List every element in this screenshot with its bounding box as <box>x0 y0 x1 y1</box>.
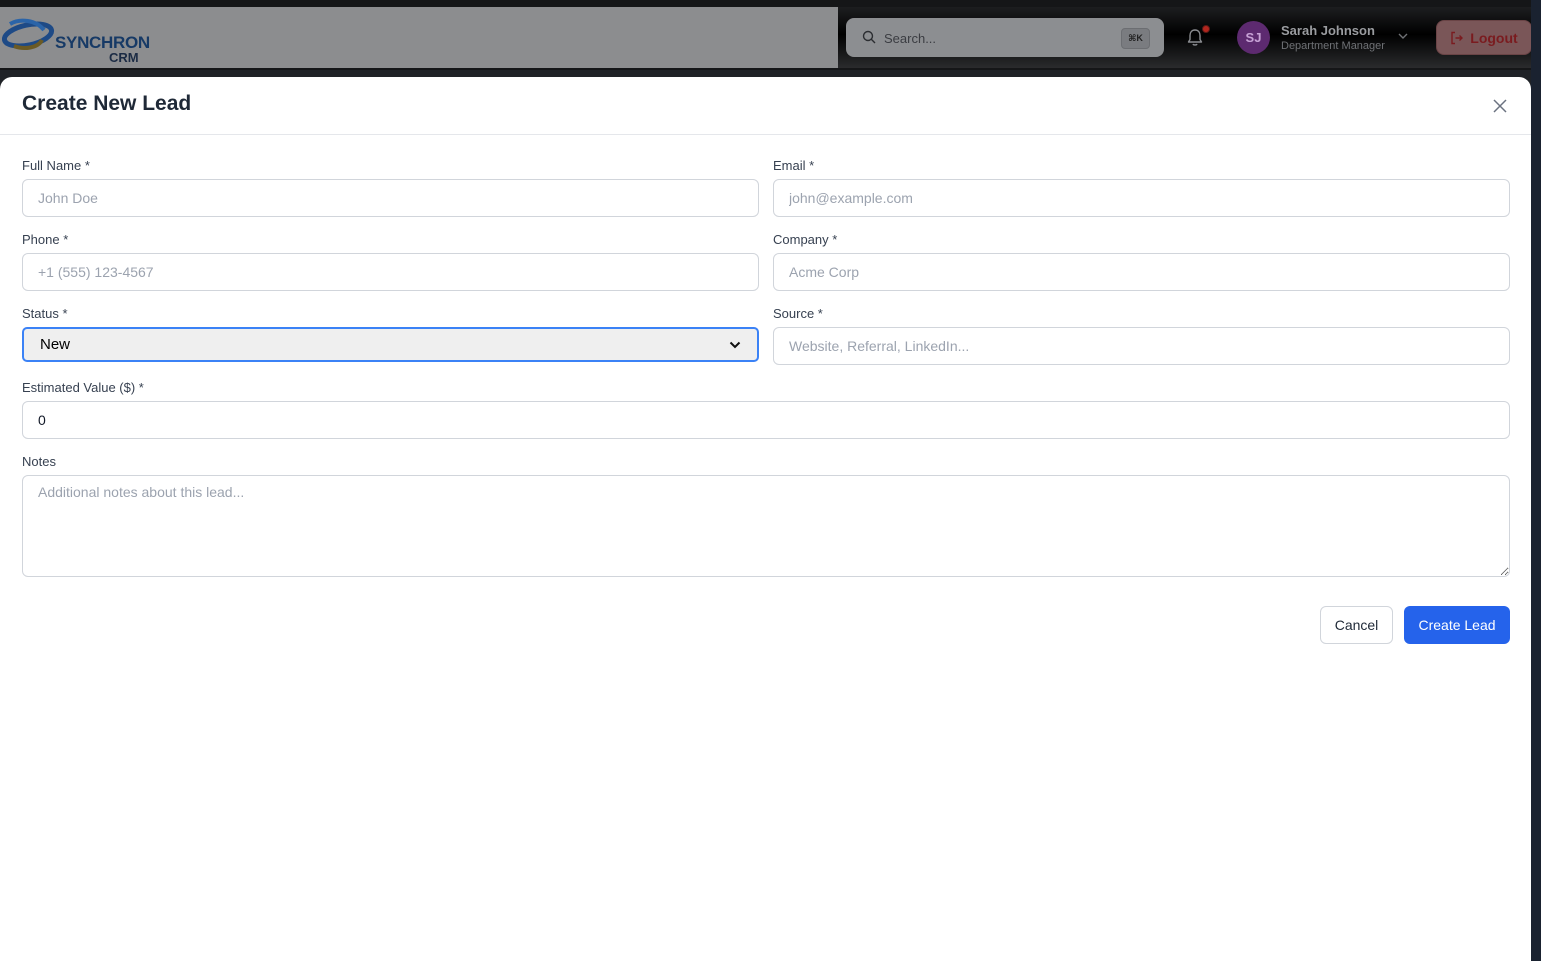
logout-button[interactable]: Logout <box>1436 20 1532 55</box>
modal-header: Create New Lead <box>0 77 1531 135</box>
email-field[interactable] <box>773 179 1510 217</box>
notification-dot <box>1202 25 1210 33</box>
status-selected-value: New <box>40 336 71 353</box>
source-label: Source * <box>773 306 823 321</box>
chevron-down-icon[interactable] <box>1397 32 1409 40</box>
search-shortcut-badge: ⌘K <box>1121 28 1150 49</box>
create-lead-button[interactable]: Create Lead <box>1404 606 1510 644</box>
search-input[interactable] <box>882 18 1116 59</box>
user-role: Department Manager <box>1281 40 1385 52</box>
logo-swoosh-icon <box>2 18 55 50</box>
email-label: Email * <box>773 158 815 173</box>
phone-label: Phone * <box>22 232 69 247</box>
company-field[interactable] <box>773 253 1510 291</box>
close-icon <box>1493 99 1507 113</box>
source-field[interactable] <box>773 327 1510 365</box>
page-scrollbar[interactable] <box>1531 0 1541 961</box>
logout-label: Logout <box>1470 29 1518 46</box>
status-select[interactable]: New <box>22 327 759 362</box>
estimated-value-field[interactable] <box>22 401 1510 439</box>
cancel-button[interactable]: Cancel <box>1320 606 1393 644</box>
full-name-label: Full Name * <box>22 158 90 173</box>
create-lead-modal: Create New Lead Full Name * Email * Phon… <box>0 77 1531 961</box>
notes-field[interactable] <box>22 475 1510 577</box>
header-left: SYNCHRON CRM <box>0 7 838 68</box>
chevron-down-icon <box>729 341 741 348</box>
logo-subtext: CRM <box>109 50 139 65</box>
notification-bell-icon[interactable] <box>1186 28 1204 47</box>
notes-label: Notes <box>22 454 56 469</box>
phone-field[interactable] <box>22 253 759 291</box>
global-search[interactable]: ⌘K <box>846 18 1164 59</box>
close-button[interactable] <box>1489 95 1511 117</box>
full-name-field[interactable] <box>22 179 759 217</box>
logout-icon <box>1451 31 1464 44</box>
company-label: Company * <box>773 232 838 247</box>
avatar[interactable]: SJ <box>1237 21 1270 54</box>
estimated-value-label: Estimated Value ($) * <box>22 380 144 395</box>
app-logo[interactable]: SYNCHRON CRM <box>2 16 150 65</box>
search-icon <box>862 30 876 44</box>
status-label: Status * <box>22 306 68 321</box>
modal-title: Create New Lead <box>22 92 192 115</box>
user-name[interactable]: Sarah Johnson <box>1281 23 1375 38</box>
